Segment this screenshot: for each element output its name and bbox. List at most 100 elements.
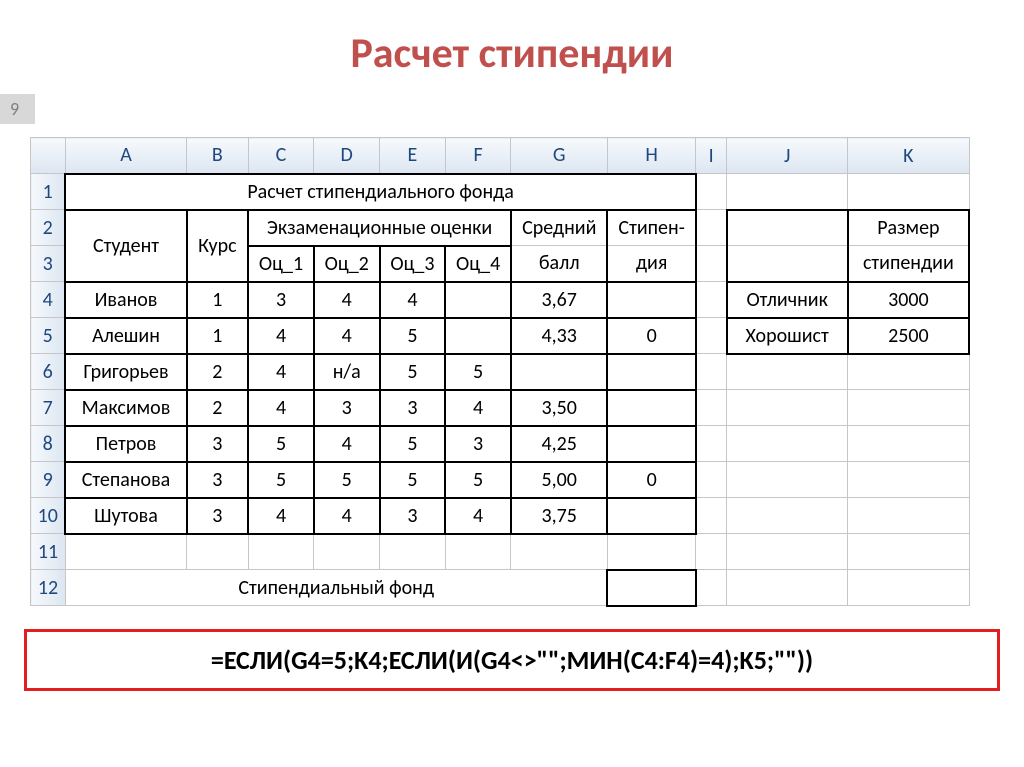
cell-g3[interactable]: 5 [380,462,446,498]
cell[interactable] [727,570,848,606]
hdr-size-bot[interactable]: стипендии [848,246,969,282]
cell[interactable] [848,570,969,606]
hdr-avg-bot[interactable]: балл [511,246,608,282]
cell-g2[interactable]: 4 [314,498,380,534]
cell-g3[interactable]: 3 [380,390,446,426]
cell-g1[interactable]: 4 [248,318,314,354]
row-header-11[interactable]: 11 [31,534,66,570]
col-header-F[interactable]: F [445,138,511,174]
side-value[interactable]: 2500 [848,318,969,354]
side-value[interactable]: 3000 [848,282,969,318]
cell-g2[interactable]: 5 [314,462,380,498]
col-header-K[interactable]: K [848,138,969,174]
side-label[interactable]: Хорошист [727,318,848,354]
grid[interactable]: A B C D E F G H I J K 1 Расчет стипендиа… [30,137,970,607]
cell-name[interactable]: Алешин [65,318,186,354]
cell-course[interactable]: 2 [187,390,249,426]
cell-name[interactable]: Максимов [65,390,186,426]
cell-name[interactable]: Иванов [65,282,186,318]
cell-name[interactable]: Григорьев [65,354,186,390]
cell[interactable] [696,174,727,210]
cell[interactable] [696,462,727,498]
cell-g4[interactable] [445,318,511,354]
cell[interactable] [248,534,314,570]
row-header-1[interactable]: 1 [31,174,66,210]
cell-name[interactable]: Шутова [65,498,186,534]
side-label[interactable]: Отличник [727,282,848,318]
cell[interactable] [696,282,727,318]
cell[interactable] [848,174,969,210]
cell[interactable] [848,390,969,426]
cell[interactable] [727,390,848,426]
cell-name[interactable]: Степанова [65,462,186,498]
row-header-9[interactable]: 9 [31,462,66,498]
cell[interactable] [696,390,727,426]
row-header-3[interactable]: 3 [31,246,66,282]
row-header-7[interactable]: 7 [31,390,66,426]
cell-g1[interactable]: 5 [248,426,314,462]
cell[interactable] [696,534,727,570]
cell-g1[interactable]: 4 [248,498,314,534]
cell[interactable] [696,318,727,354]
hdr-stip-bot[interactable]: дия [607,246,695,282]
cell-course[interactable]: 3 [187,498,249,534]
col-header-G[interactable]: G [511,138,608,174]
cell[interactable] [314,534,380,570]
cell-g3[interactable]: 5 [380,318,446,354]
col-header-J[interactable]: J [727,138,848,174]
hdr-student[interactable]: Студент [65,210,186,282]
cell[interactable] [607,534,695,570]
cell-g1[interactable]: 4 [248,390,314,426]
hdr-avg-top[interactable]: Средний [511,210,608,246]
cell-course[interactable]: 2 [187,354,249,390]
cell-avg[interactable] [511,354,608,390]
cell[interactable] [727,462,848,498]
cell-g1[interactable]: 3 [248,282,314,318]
row-header-8[interactable]: 8 [31,426,66,462]
cell-stip[interactable] [607,282,695,318]
hdr-g1[interactable]: Оц_1 [248,246,314,282]
cell-g2[interactable]: 4 [314,318,380,354]
cell-g1[interactable]: 4 [248,354,314,390]
cell-stip[interactable]: 0 [607,318,695,354]
cell[interactable] [696,426,727,462]
cell-course[interactable]: 1 [187,318,249,354]
footer-value[interactable] [607,570,695,606]
cell[interactable] [848,426,969,462]
side-blank[interactable] [727,210,848,246]
cell-avg[interactable]: 3,75 [511,498,608,534]
col-header-B[interactable]: B [187,138,249,174]
row-header-5[interactable]: 5 [31,318,66,354]
cell-stip[interactable] [607,426,695,462]
row-header-12[interactable]: 12 [31,570,66,606]
cell[interactable] [696,498,727,534]
col-header-H[interactable]: H [607,138,695,174]
col-header-D[interactable]: D [314,138,380,174]
cell[interactable] [696,246,727,282]
cell-g4[interactable] [445,282,511,318]
cell-avg[interactable]: 5,00 [511,462,608,498]
cell-g2[interactable]: 4 [314,282,380,318]
hdr-stip-top[interactable]: Стипен- [607,210,695,246]
cell-course[interactable]: 1 [187,282,249,318]
cell-g4[interactable]: 4 [445,498,511,534]
cell-stip[interactable] [607,498,695,534]
cell[interactable] [848,354,969,390]
hdr-g4[interactable]: Оц_4 [445,246,511,282]
cell-name[interactable]: Петров [65,426,186,462]
cell-g3[interactable]: 5 [380,354,446,390]
cell[interactable] [727,534,848,570]
hdr-exam-group[interactable]: Экзаменационные оценки [248,210,511,246]
cell-g3[interactable]: 5 [380,426,446,462]
hdr-course[interactable]: Курс [187,210,249,282]
cell-avg[interactable]: 3,50 [511,390,608,426]
cell[interactable] [65,534,186,570]
cell[interactable] [445,534,511,570]
row-header-4[interactable]: 4 [31,282,66,318]
hdr-g2[interactable]: Оц_2 [314,246,380,282]
footer-label[interactable]: Стипендиальный фонд [65,570,607,606]
select-all-corner[interactable] [31,138,66,174]
col-header-C[interactable]: C [248,138,314,174]
cell[interactable] [848,534,969,570]
cell[interactable] [696,210,727,246]
